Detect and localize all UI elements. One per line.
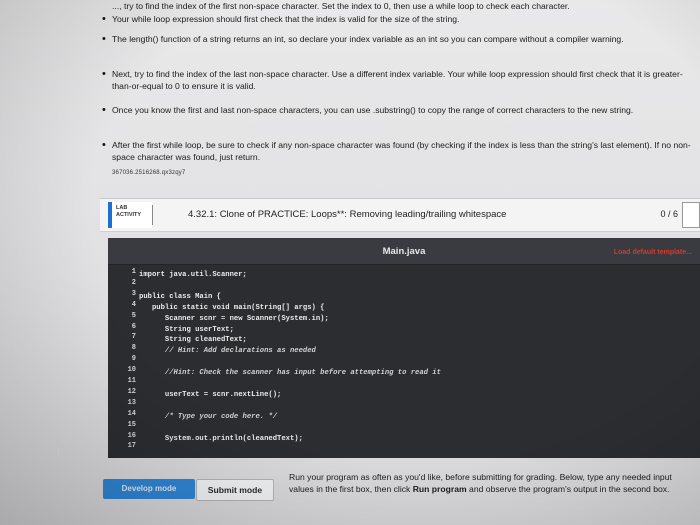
code-line[interactable]: String cleanedText; (139, 336, 247, 344)
zybooks-page: ..., try to find the index of the first … (0, 0, 700, 525)
line-number: 2 (131, 278, 136, 287)
submit-mode-button[interactable]: Submit mode (196, 479, 274, 501)
code-line[interactable]: String userText; (139, 326, 234, 334)
run-note-text-end: and observe the program's output in the … (466, 484, 670, 494)
line-number: 6 (131, 322, 136, 331)
badge-top-text: LAB (116, 205, 128, 211)
line-number: 13 (127, 398, 136, 407)
line-number: 12 (127, 387, 136, 396)
develop-mode-button[interactable]: Develop mode (103, 479, 195, 499)
badge-bottom-text: ACTIVITY (116, 212, 142, 218)
line-number: 7 (131, 333, 136, 342)
line-number: 9 (131, 355, 136, 364)
file-name: Main.java (382, 246, 426, 257)
line-number-gutter: 1 2 3 4 5 6 7 8 9 10 11 12 13 14 15 16 17 (116, 268, 136, 452)
code-line[interactable]: Scanner scnr = new Scanner(System.in); (139, 315, 329, 323)
line-number: 4 (131, 300, 136, 309)
code-line[interactable]: public static void main(String[] args) { (139, 304, 325, 312)
activity-title: 4.32.1: Clone of PRACTICE: Loops**: Remo… (188, 209, 507, 220)
code-line[interactable]: import java.util.Scanner; (139, 271, 247, 279)
line-number: 16 (127, 431, 136, 440)
code-line[interactable]: userText = scnr.nextLine(); (139, 391, 281, 399)
line-number: 5 (131, 311, 136, 320)
load-default-template-link[interactable]: Load default template... (614, 249, 692, 256)
line-number: 17 (127, 442, 136, 451)
line-number: 8 (131, 344, 136, 353)
editor-toolbar: Main.java Load default template... (108, 238, 700, 265)
line-number: 14 (127, 409, 136, 418)
reference-code: 367036.2516268.qx3zqy7 (112, 170, 186, 176)
instruction-item: After the first while loop, be sure to c… (102, 139, 697, 163)
activity-score: 0 / 6 (660, 209, 678, 219)
instruction-item: The length() function of a string return… (102, 33, 697, 45)
run-program-emphasis: Run program (412, 484, 467, 494)
line-number: 15 (127, 420, 136, 429)
completion-checkbox-icon (682, 202, 700, 228)
code-line[interactable]: System.out.println(cleanedText); (139, 435, 303, 443)
line-number: 10 (127, 366, 136, 375)
code-line[interactable]: //Hint: Check the scanner has input befo… (139, 369, 441, 377)
instruction-item: Once you know the first and last non-spa… (102, 104, 697, 116)
instruction-item: ..., try to find the index of the first … (112, 1, 570, 11)
line-number: 3 (131, 289, 136, 298)
code-line[interactable]: /* Type your code here. */ (139, 413, 277, 421)
instruction-item: Your while loop expression should first … (102, 13, 697, 25)
instruction-item: Next, try to find the index of the last … (102, 68, 697, 92)
activity-header: LAB ACTIVITY 4.32.1: Clone of PRACTICE: … (100, 198, 700, 232)
header-divider (152, 205, 153, 225)
line-number: 11 (127, 377, 136, 385)
code-line[interactable]: public class Main { (139, 293, 221, 301)
code-line[interactable]: // Hint: Add declarations as needed (139, 347, 316, 355)
lab-activity-badge: LAB ACTIVITY (108, 202, 152, 228)
run-instructions: Run your program as often as you'd like,… (289, 471, 699, 495)
text-caret (58, 446, 59, 457)
line-number: 1 (131, 268, 136, 276)
